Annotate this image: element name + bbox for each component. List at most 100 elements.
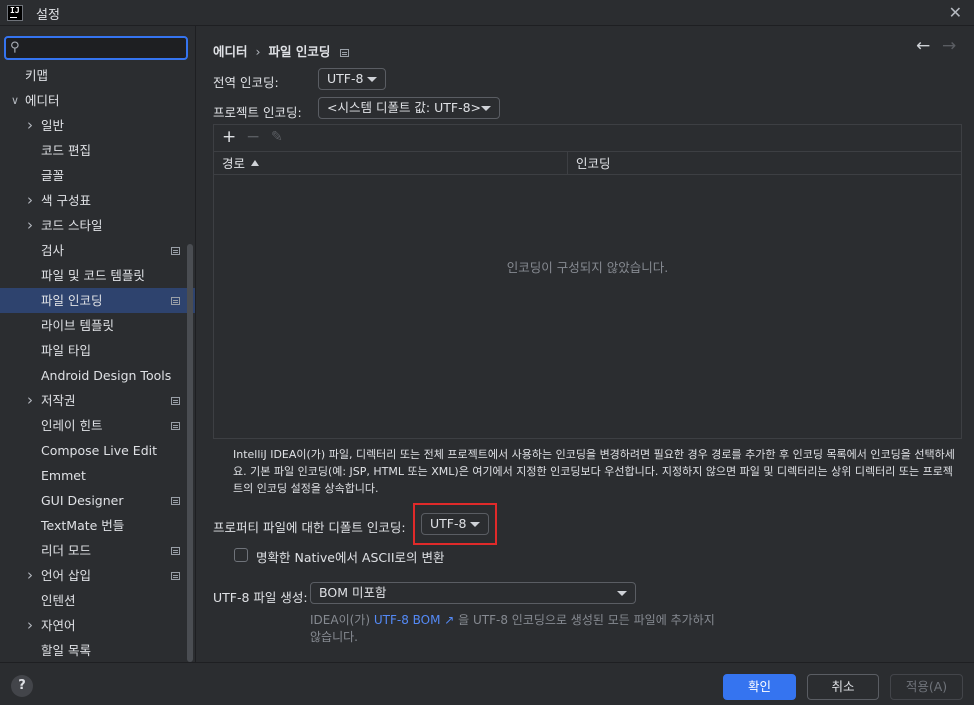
- settings-content: 에디터 › 파일 인코딩 ← → 전역 인코딩: UTF-8 프로젝트 인코딩: <…: [197, 26, 974, 662]
- project-level-icon: [171, 247, 180, 255]
- bom-value: BOM 미포함: [319, 585, 387, 600]
- sidebar-item-label: TextMate 번들: [41, 518, 125, 533]
- cancel-button[interactable]: 취소: [807, 674, 879, 700]
- global-encoding-label: 전역 인코딩:: [213, 75, 279, 90]
- sidebar-item-label: Android Design Tools: [41, 368, 172, 383]
- sidebar-item[interactable]: Android Design Tools: [0, 363, 195, 388]
- chevron-down-icon[interactable]: ∨: [9, 88, 21, 113]
- sidebar-item[interactable]: Compose Live Edit: [0, 438, 195, 463]
- column-header-encoding[interactable]: 인코딩: [568, 152, 611, 175]
- sidebar-item-label: 글꼴: [41, 168, 65, 183]
- path-encoding-table: + − ✎ 경로 인코딩 인코딩이 구성되지 않았습니다.: [213, 124, 962, 439]
- table-header: 경로 인코딩: [214, 151, 961, 175]
- chevron-down-icon: [481, 106, 491, 111]
- breadcrumb-current: 파일 인코딩: [268, 44, 331, 59]
- remove-icon[interactable]: −: [246, 127, 260, 147]
- sidebar-item[interactable]: 인레이 힌트: [0, 413, 195, 438]
- bom-hint: IDEA이(가) UTF-8 BOM ↗ 을 UTF-8 인코딩으로 생성된 모…: [310, 612, 720, 646]
- bom-dropdown[interactable]: BOM 미포함: [310, 582, 636, 604]
- column-header-path[interactable]: 경로: [214, 152, 567, 175]
- column-header-path-label: 경로: [222, 156, 246, 171]
- sidebar-item[interactable]: › 언어 삽입: [0, 563, 195, 588]
- edit-icon[interactable]: ✎: [271, 127, 283, 147]
- sidebar-scrollbar[interactable]: [187, 244, 193, 662]
- search-icon: ⚲: [10, 40, 20, 55]
- chevron-right-icon[interactable]: ›: [24, 563, 36, 588]
- project-encoding-value: <시스템 디폴트 값: UTF-8>: [327, 100, 482, 115]
- global-encoding-value: UTF-8: [327, 71, 364, 86]
- utf8-bom-link[interactable]: UTF-8 BOM ↗: [374, 613, 454, 627]
- sidebar-item[interactable]: Emmet: [0, 463, 195, 488]
- close-icon[interactable]: ✕: [949, 3, 962, 22]
- chevron-right-icon[interactable]: ›: [24, 113, 36, 138]
- sidebar-item[interactable]: 파일 인코딩: [0, 288, 195, 313]
- project-encoding-dropdown[interactable]: <시스템 디폴트 값: UTF-8>: [318, 97, 500, 119]
- sidebar-item-label: 검사: [41, 243, 65, 258]
- native-to-ascii-label[interactable]: 명확한 Native에서 ASCII로의 변환: [256, 547, 444, 566]
- sidebar-item[interactable]: › 코드 스타일: [0, 213, 195, 238]
- intellij-logo-icon: IJ: [7, 5, 23, 21]
- sidebar-item-label: 코드 편집: [41, 143, 91, 158]
- sidebar-item[interactable]: 키맵: [0, 63, 195, 88]
- sidebar-item-label: 리더 모드: [41, 543, 91, 558]
- dialog-footer: ? 확인 취소 적용(A): [0, 662, 974, 705]
- sidebar-item-label: 인텐션: [41, 593, 76, 608]
- sidebar-item-label: 할일 목록: [41, 643, 91, 658]
- sidebar-item[interactable]: TextMate 번들: [0, 513, 195, 538]
- encoding-description: IntelliJ IDEA이(가) 파일, 디렉터리 또는 전체 프로젝트에서 …: [233, 448, 955, 495]
- sidebar-item-label: 일반: [41, 118, 65, 133]
- settings-tree: 키맵 ∨ 에디터 › 일반코드 편집글꼴 › 색 구성표 › 코드 스타일검사파일 및 코드 템…: [0, 63, 195, 662]
- breadcrumb-parent[interactable]: 에디터: [213, 44, 248, 59]
- chevron-down-icon: [617, 591, 627, 596]
- sidebar-item-label: Emmet: [41, 468, 86, 483]
- breadcrumb-separator: ›: [255, 44, 261, 59]
- chevron-right-icon[interactable]: ›: [24, 213, 36, 238]
- ok-button[interactable]: 확인: [723, 674, 796, 700]
- chevron-down-icon: [367, 77, 377, 82]
- table-empty-text: 인코딩이 구성되지 않았습니다.: [506, 260, 669, 275]
- project-level-icon: [171, 547, 180, 555]
- sidebar-item[interactable]: 라이브 템플릿: [0, 313, 195, 338]
- sidebar-item[interactable]: 인텐션: [0, 588, 195, 613]
- sidebar-item[interactable]: GUI Designer: [0, 488, 195, 513]
- sidebar-item-label: 저작권: [41, 393, 76, 408]
- chevron-right-icon[interactable]: ›: [24, 188, 36, 213]
- sidebar-item-label: GUI Designer: [41, 493, 124, 508]
- forward-arrow-icon[interactable]: →: [942, 36, 956, 56]
- apply-button[interactable]: 적용(A): [890, 674, 963, 700]
- settings-search-input[interactable]: [30, 39, 180, 57]
- sidebar-item[interactable]: 파일 타입: [0, 338, 195, 363]
- sidebar-item[interactable]: 코드 편집: [0, 138, 195, 163]
- project-level-icon: [171, 572, 180, 580]
- title-bar: IJ 설정 ✕: [0, 0, 974, 26]
- sidebar-item[interactable]: ∨ 에디터: [0, 88, 195, 113]
- global-encoding-dropdown[interactable]: UTF-8: [318, 68, 386, 90]
- help-button[interactable]: ?: [11, 675, 33, 697]
- sidebar-item[interactable]: › 자연어: [0, 613, 195, 638]
- sidebar-item-label: 파일 인코딩: [41, 293, 103, 308]
- back-arrow-icon[interactable]: ←: [916, 36, 930, 56]
- add-icon[interactable]: +: [222, 127, 236, 147]
- sidebar-item[interactable]: 할일 목록: [0, 638, 195, 662]
- native-to-ascii-checkbox[interactable]: [234, 548, 248, 562]
- sidebar-item-label: 언어 삽입: [41, 568, 91, 583]
- sidebar-item-label: 파일 타입: [41, 343, 91, 358]
- sidebar-item[interactable]: 검사: [0, 238, 195, 263]
- sidebar-item-label: 라이브 템플릿: [41, 318, 114, 333]
- sidebar-item[interactable]: › 저작권: [0, 388, 195, 413]
- table-toolbar: + − ✎: [214, 125, 961, 151]
- bom-label: UTF-8 파일 생성:: [213, 590, 308, 605]
- sidebar-item[interactable]: 리더 모드: [0, 538, 195, 563]
- settings-sidebar: ⚲ 키맵 ∨ 에디터 › 일반코드 편집글꼴 › 색 구성표 › 코드 스타일검사파일 및 코드…: [0, 26, 196, 662]
- sidebar-item-label: 에디터: [25, 93, 60, 108]
- sidebar-item[interactable]: 파일 및 코드 템플릿: [0, 263, 195, 288]
- bom-hint-prefix: IDEA이(가): [310, 613, 374, 627]
- sidebar-item[interactable]: › 일반: [0, 113, 195, 138]
- chevron-right-icon[interactable]: ›: [24, 613, 36, 638]
- settings-search-box[interactable]: ⚲: [4, 36, 188, 60]
- project-level-icon: [171, 397, 180, 405]
- project-level-icon: [171, 422, 180, 430]
- sidebar-item[interactable]: 글꼴: [0, 163, 195, 188]
- sidebar-item[interactable]: › 색 구성표: [0, 188, 195, 213]
- chevron-right-icon[interactable]: ›: [24, 388, 36, 413]
